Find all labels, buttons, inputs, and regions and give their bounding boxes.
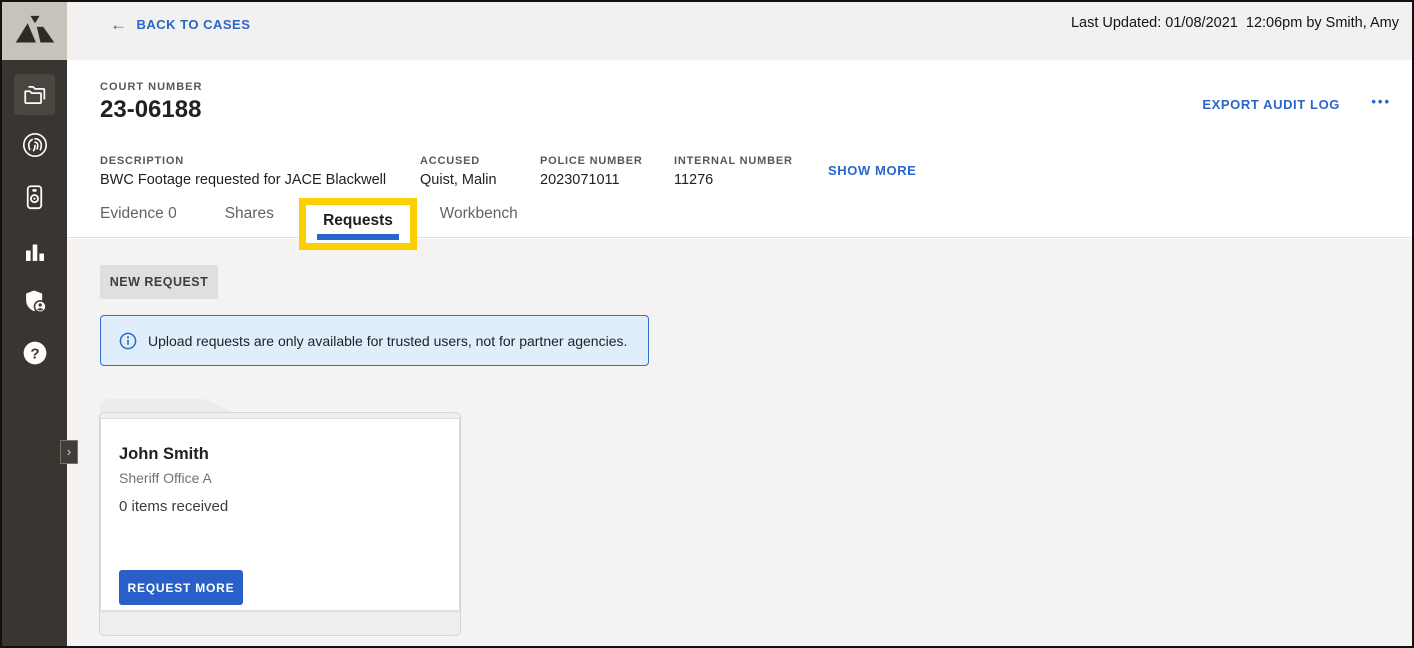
back-to-cases-label: BACK TO CASES [137,17,251,32]
device-dock-icon [21,183,48,212]
sidebar-expand-toggle[interactable]: › [60,440,78,464]
info-icon [119,332,137,350]
info-banner: Upload requests are only available for t… [100,315,649,366]
tab-shares[interactable]: Shares [225,205,274,237]
field-value: Quist, Malin [420,172,497,188]
sidebar-item-devices[interactable] [2,183,67,212]
field-label: ACCUSED [420,155,497,167]
axon-logo-icon [13,13,57,50]
sidebar-item-cases[interactable] [2,82,67,108]
more-options-icon[interactable]: ••• [1371,94,1391,109]
request-card-body: John Smith Sheriff Office A 0 items rece… [100,418,460,611]
case-header: COURT NUMBER 23-06188 EXPORT AUDIT LOG •… [67,60,1412,238]
items-received-count: 0 items received [119,498,228,515]
court-number-value: 23-06188 [100,96,201,124]
fingerprint-icon [21,131,49,159]
field-value: 11276 [674,172,793,188]
field-label: INTERNAL NUMBER [674,155,793,167]
info-banner-text: Upload requests are only available for t… [148,333,627,349]
folder-icon [22,82,48,108]
help-icon: ? [22,340,48,366]
axon-logo[interactable] [2,2,67,60]
request-more-button[interactable]: REQUEST MORE [119,570,243,605]
tab-workbench[interactable]: Workbench [440,205,518,237]
requester-agency: Sheriff Office A [119,470,212,486]
field-value: 2023071011 [540,172,643,188]
app-window: ? › ← BACK TO CASES Last Updated: 01/08/… [0,0,1414,648]
field-label: DESCRIPTION [100,155,386,167]
field-value: BWC Footage requested for JACE Blackwell [100,172,386,188]
last-updated-text: Last Updated: 01/08/2021 12:06pm by Smit… [1071,15,1399,31]
sidebar: ? [2,2,67,646]
requester-name: John Smith [119,445,209,464]
court-number-label: COURT NUMBER [100,81,202,93]
export-audit-log-link[interactable]: EXPORT AUDIT LOG [1202,97,1340,112]
back-arrow-icon: ← [110,16,128,33]
field-accused: ACCUSED Quist, Malin [420,155,497,188]
bar-chart-icon [23,240,47,264]
field-police-number: POLICE NUMBER 2023071011 [540,155,643,188]
sidebar-item-analytics[interactable] [2,240,67,264]
field-description: DESCRIPTION BWC Footage requested for JA… [100,155,386,188]
back-to-cases-link[interactable]: ← BACK TO CASES [110,16,250,33]
svg-text:?: ? [30,345,39,362]
active-tab-underline [317,234,399,240]
sidebar-item-evidence[interactable] [2,131,67,159]
shield-user-icon [22,288,48,315]
sidebar-item-help[interactable]: ? [2,340,67,366]
requests-tab-panel: NEW REQUEST Upload requests are only ava… [67,239,1412,646]
requests-tab-highlight-box[interactable]: Requests [299,198,417,250]
field-label: POLICE NUMBER [540,155,643,167]
new-request-button[interactable]: NEW REQUEST [100,265,218,299]
show-more-link[interactable]: SHOW MORE [828,163,916,178]
tab-requests-label: Requests [323,212,393,230]
field-internal-number: INTERNAL NUMBER 11276 [674,155,793,188]
request-card: John Smith Sheriff Office A 0 items rece… [99,399,461,636]
topbar: ← BACK TO CASES Last Updated: 01/08/2021… [67,2,1412,60]
tab-evidence[interactable]: Evidence 0 [100,205,177,237]
sidebar-item-admin[interactable] [2,288,67,315]
